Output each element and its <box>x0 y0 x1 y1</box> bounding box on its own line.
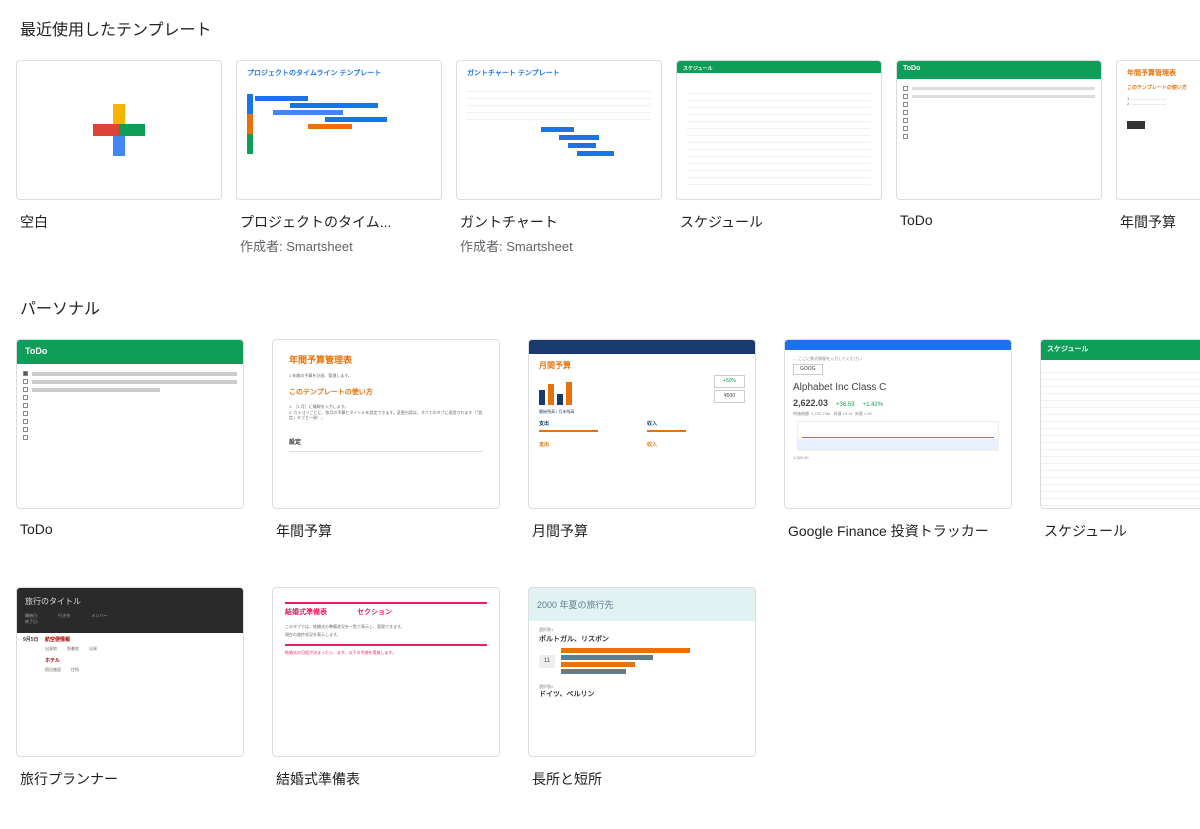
template-thumb[interactable]: ToDo <box>896 60 1102 200</box>
template-title: Google Finance 投資トラッカー <box>784 509 1004 541</box>
preview-sub: このテンプレートの使い方 <box>1127 85 1200 92</box>
preview-header: スケジュール <box>677 61 881 73</box>
preview-title: 旅行のタイトル <box>25 596 235 607</box>
template-card-project-timeline: プロジェクトのタイムライン テンプレート <box>236 60 442 255</box>
preview-title: 2000 年夏の旅行先 <box>537 598 747 611</box>
template-card-todo-p: ToDo ToDo <box>16 339 244 541</box>
plus-icon <box>17 61 221 199</box>
template-thumb[interactable]: 旅行のタイトル 開始日:終了日:行き先:メンバー: 9月5日 航空便情報 出発地… <box>16 587 244 757</box>
template-title: プロジェクトのタイム... <box>236 200 436 232</box>
template-thumb[interactable]: 年間予算管理表 このテンプレートの使い方 1. ................… <box>1116 60 1200 200</box>
template-title: ToDo <box>896 200 1096 228</box>
template-thumb[interactable]: 結婚式準備表 セクション このタブでは、結婚式の準備状況を一覧で表示し、管理でき… <box>272 587 500 757</box>
preview-header: スケジュール <box>1041 340 1200 360</box>
template-title: 年間予算 <box>1116 200 1200 232</box>
preview-header: ToDo <box>897 61 1101 79</box>
preview-sub: このテンプレートの使い方 <box>289 388 483 398</box>
template-card-annual-budget-p: 年間予算管理表 1 年間の予算を計画、管理します。 このテンプレートの使い方 1… <box>272 339 500 541</box>
recent-row: 空白 プロジェクトのタイムライン テンプレート <box>12 60 1188 255</box>
template-thumb[interactable]: 年間予算管理表 1 年間の予算を計画、管理します。 このテンプレートの使い方 1… <box>272 339 500 509</box>
template-thumb[interactable]: ← ここに株式情報を入力してください GOOG Alphabet Inc Cla… <box>784 339 1012 509</box>
template-card-monthly-budget: 月間予算 開始残高 / 月末残高 +50% ¥500 <box>528 339 756 541</box>
template-title: ガントチャート <box>456 200 656 232</box>
personal-row-2: 旅行のタイトル 開始日:終了日:行き先:メンバー: 9月5日 航空便情報 出発地… <box>12 587 1188 789</box>
personal-row-1: ToDo ToDo 年間予算管理表 1 年間の予算を計画、管理します。 このテン… <box>12 339 1188 541</box>
template-card-schedule-p: スケジュール スケジュール <box>1040 339 1200 541</box>
template-card-annual-budget: 年間予算管理表 このテンプレートの使い方 1. ................… <box>1116 60 1200 255</box>
template-card-blank: 空白 <box>16 60 222 255</box>
template-title: ToDo <box>16 509 236 537</box>
preview-stock-name: Alphabet Inc Class C <box>793 381 1003 395</box>
template-card-travel-planner: 旅行のタイトル 開始日:終了日:行き先:メンバー: 9月5日 航空便情報 出発地… <box>16 587 244 789</box>
preview-title: 結婚式準備表 <box>285 608 327 618</box>
preview-title: プロジェクトのタイムライン テンプレート <box>247 69 431 79</box>
template-thumb[interactable]: スケジュール <box>1040 339 1200 509</box>
section-title-personal: パーソナル <box>12 255 1188 339</box>
template-thumb[interactable]: ガントチャート テンプレート <box>456 60 662 200</box>
template-sub: 作成者: Smartsheet <box>236 232 442 255</box>
template-card-google-finance: ← ここに株式情報を入力してください GOOG Alphabet Inc Cla… <box>784 339 1012 541</box>
template-title: 月間予算 <box>528 509 748 541</box>
template-card-wedding: 結婚式準備表 セクション このタブでは、結婚式の準備状況を一覧で表示し、管理でき… <box>272 587 500 789</box>
template-thumb[interactable]: 月間予算 開始残高 / 月末残高 +50% ¥500 <box>528 339 756 509</box>
section-title-recent: 最近使用したテンプレート <box>12 0 1188 60</box>
template-card-todo: ToDo ToDo <box>896 60 1102 255</box>
template-sub: 作成者: Smartsheet <box>456 232 662 255</box>
template-thumb[interactable]: プロジェクトのタイムライン テンプレート <box>236 60 442 200</box>
template-thumb[interactable]: ToDo <box>16 339 244 509</box>
template-title: 結婚式準備表 <box>272 757 492 789</box>
preview-stock-pct: +1.42% <box>863 401 884 409</box>
preview-item: ポルトガル、リスボン <box>539 635 745 645</box>
template-title: スケジュール <box>1040 509 1200 541</box>
preview-item: ドイツ、ベルリン <box>539 690 745 700</box>
template-thumb[interactable]: スケジュール <box>676 60 882 200</box>
template-title: 空白 <box>16 200 216 232</box>
template-title: 旅行プランナー <box>16 757 236 789</box>
preview-section: セクション <box>357 608 392 618</box>
template-title: 年間予算 <box>272 509 492 541</box>
preview-title: 年間予算管理表 <box>1127 69 1200 79</box>
template-card-gantt: ガントチャート テンプレート ガントチャート 作成者: Smartsheet <box>456 60 662 255</box>
template-title: スケジュール <box>676 200 876 232</box>
preview-title: 年間予算管理表 <box>289 354 483 367</box>
preview-title: ガントチャート テンプレート <box>467 69 651 79</box>
preview-title: 月間予算 <box>539 360 745 371</box>
template-thumb-blank[interactable] <box>16 60 222 200</box>
template-card-schedule: スケジュール スケジュール <box>676 60 882 255</box>
preview-stock-change: +36.59 <box>836 401 855 409</box>
template-title: 長所と短所 <box>528 757 748 789</box>
template-card-pros-cons: 2000 年夏の旅行先 選択肢1 ポルトガル、リスボン 11 選択肢2 ドイツ、… <box>528 587 756 789</box>
preview-header: ToDo <box>17 340 243 364</box>
template-thumb[interactable]: 2000 年夏の旅行先 選択肢1 ポルトガル、リスボン 11 選択肢2 ドイツ、… <box>528 587 756 757</box>
preview-stock-price: 2,622.03 <box>793 397 828 410</box>
